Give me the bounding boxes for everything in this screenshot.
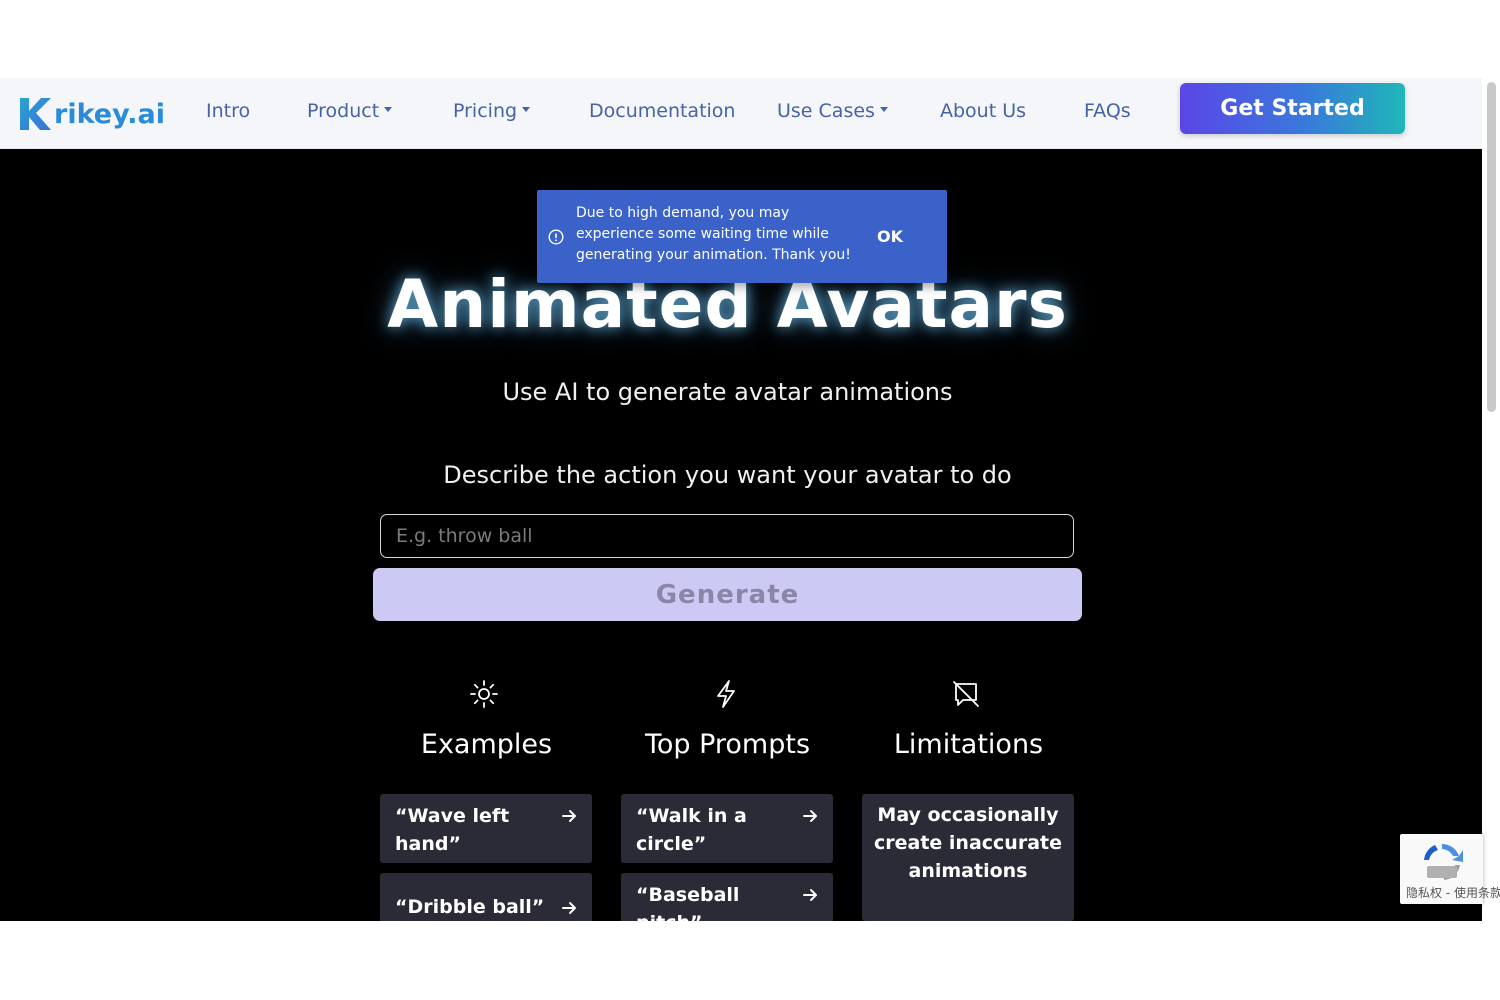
caret-down-icon	[522, 107, 531, 112]
sun-icon	[470, 680, 498, 708]
example-card[interactable]: “Dribble ball”	[380, 873, 592, 921]
top-prompt-card[interactable]: “Baseball pitch”	[621, 873, 833, 921]
examples-title: Examples	[420, 729, 553, 760]
nav-faqs[interactable]: FAQs	[1084, 100, 1131, 122]
nav-product-label: Product	[307, 100, 380, 122]
example-card-text: “Wave left hand”	[395, 805, 510, 855]
limitation-card: May occasionally create inaccurate anima…	[862, 794, 1074, 921]
browser-viewport: rikey.ai Intro Product Pricing Documenta…	[0, 78, 1482, 921]
site-logo[interactable]: rikey.ai	[18, 96, 165, 132]
hero-subtitle: Use AI to generate avatar animations	[502, 378, 953, 406]
top-prompt-card-text: “Walk in a circle”	[636, 805, 747, 855]
top-prompt-card[interactable]: “Walk in a circle”	[621, 794, 833, 863]
arrow-right-icon	[803, 810, 817, 822]
nav-product[interactable]: Product	[307, 100, 393, 122]
example-card[interactable]: “Wave left hand”	[380, 794, 592, 863]
message-off-icon	[953, 681, 979, 707]
top-prompt-card-text: “Baseball pitch”	[636, 884, 740, 921]
limitation-card-text: May occasionally create inaccurate anima…	[874, 804, 1062, 882]
nav-use-cases[interactable]: Use Cases	[777, 100, 888, 122]
top-navbar: rikey.ai Intro Product Pricing Documenta…	[0, 78, 1482, 149]
arrow-right-icon	[562, 902, 576, 914]
nav-documentation[interactable]: Documentation	[589, 100, 735, 122]
recaptcha-badge[interactable]: 隐私权 - 使用条款	[1400, 834, 1500, 904]
example-card-text: “Dribble ball”	[395, 896, 545, 918]
nav-about-us[interactable]: About Us	[940, 100, 1026, 122]
caret-down-icon	[384, 107, 393, 112]
nav-pricing[interactable]: Pricing	[453, 100, 531, 122]
page-scrollbar-thumb[interactable]	[1487, 82, 1496, 412]
nav-intro[interactable]: Intro	[206, 100, 250, 122]
info-circle-icon	[548, 229, 564, 245]
generate-button[interactable]: Generate	[373, 568, 1082, 621]
toast-message: Due to high demand, you may experience s…	[576, 205, 851, 263]
describe-action-label: Describe the action you want your avatar…	[443, 461, 1012, 489]
recaptcha-icon	[1424, 844, 1463, 880]
nav-use-cases-label: Use Cases	[777, 100, 875, 122]
action-prompt-input[interactable]	[380, 514, 1074, 558]
logo-text: rikey.ai	[54, 98, 165, 130]
krikey-logo-icon	[20, 98, 51, 130]
toast-ok-button[interactable]: OK	[877, 227, 903, 246]
recaptcha-terms-text[interactable]: 隐私权 - 使用条款	[1406, 884, 1500, 901]
caret-down-icon	[879, 107, 888, 112]
nav-pricing-label: Pricing	[453, 100, 518, 122]
top-prompts-title: Top Prompts	[644, 729, 811, 760]
lightning-icon	[717, 680, 735, 708]
limitations-title: Limitations	[893, 729, 1044, 760]
demand-notice-toast: Due to high demand, you may experience s…	[537, 190, 947, 283]
get-started-button[interactable]: Get Started	[1180, 83, 1405, 134]
arrow-right-icon	[562, 810, 576, 822]
arrow-right-icon	[803, 889, 817, 901]
